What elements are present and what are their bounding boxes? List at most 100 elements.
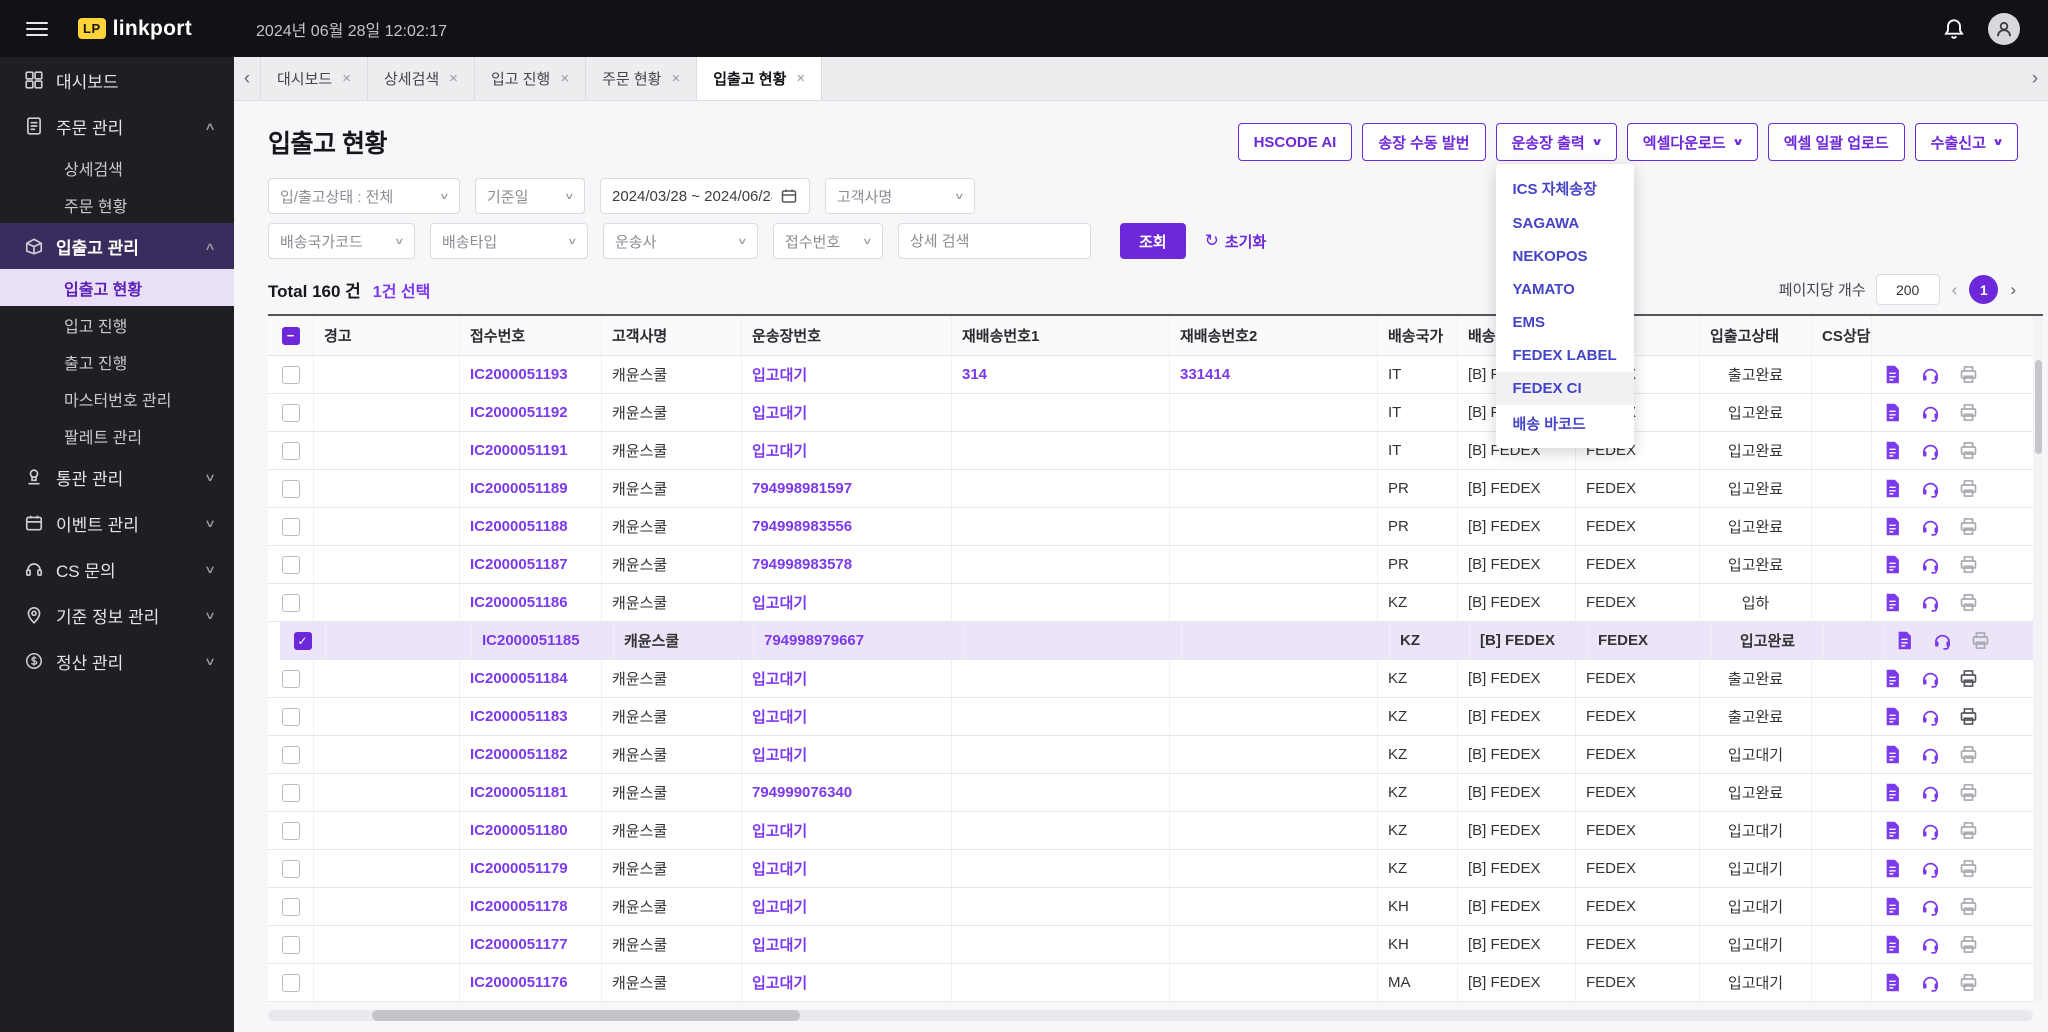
row-checkbox[interactable] xyxy=(281,897,300,916)
selected-count[interactable]: 1건 선택 xyxy=(373,278,431,302)
invoice-icon[interactable] xyxy=(1882,592,1903,613)
invoice-icon[interactable] xyxy=(1882,668,1903,689)
invoice-icon[interactable] xyxy=(1882,820,1903,841)
row-checkbox[interactable] xyxy=(281,783,300,802)
printer-icon[interactable] xyxy=(1958,402,1979,423)
cs-headset-icon[interactable] xyxy=(1920,516,1941,537)
tabs-scroll-right-icon[interactable]: › xyxy=(2022,57,2048,100)
table-row-1[interactable]: IC2000051192캐윤스쿨입고대기IT[B] FEDEXFEDEX입고완료 xyxy=(268,394,2043,432)
row-checkbox[interactable] xyxy=(281,403,300,422)
row-checkbox[interactable] xyxy=(293,631,312,650)
printer-icon[interactable] xyxy=(1970,630,1991,651)
invoice-icon[interactable] xyxy=(1882,972,1903,993)
cell-waybill[interactable]: 입고대기 xyxy=(742,394,952,431)
row-checkbox[interactable] xyxy=(281,517,300,536)
horizontal-scrollbar[interactable] xyxy=(268,1010,2033,1021)
cell-waybill[interactable]: 794998979667 xyxy=(754,622,964,659)
cell-waybill[interactable]: 입고대기 xyxy=(742,736,952,773)
per-page-input[interactable] xyxy=(1875,274,1940,305)
tab-close-icon[interactable]: × xyxy=(449,70,458,87)
inout-status-select[interactable]: 입/출고상태 : 전체 ∨ xyxy=(268,178,460,214)
cell-waybill[interactable]: 입고대기 xyxy=(742,812,952,849)
cell-receipt_no[interactable]: IC2000051184 xyxy=(460,660,602,697)
table-row-3[interactable]: IC2000051189 캐윤스쿨 794998981597 PR [B] FEDEX F… xyxy=(268,470,2043,508)
printer-icon[interactable] xyxy=(1958,744,1979,765)
table-row-10[interactable]: IC2000051182 캐윤스쿨 입고대기 KZ [B] FEDEX FEDEX 입고대기 xyxy=(268,736,2043,774)
cs-headset-icon[interactable] xyxy=(1920,592,1941,613)
sidebar-subitem-1-0[interactable]: 상세검색 xyxy=(0,149,234,186)
printer-icon[interactable] xyxy=(1958,972,1979,993)
cs-headset-icon[interactable] xyxy=(1920,440,1941,461)
cs-headset-icon[interactable] xyxy=(1932,630,1953,651)
sidebar-subitem-2-1[interactable]: 입고 진행 xyxy=(0,306,234,343)
action-button-5[interactable]: 수출신고 ∨ xyxy=(1914,123,2018,161)
invoice-icon[interactable] xyxy=(1882,706,1903,727)
cell-receipt_no[interactable]: IC2000051191 xyxy=(460,432,602,469)
table-row-16[interactable]: IC2000051176 캐윤스쿨 입고대기 MA [B] FEDEX FEDEX 입고대기 xyxy=(268,964,2043,1002)
row-checkbox[interactable] xyxy=(281,973,300,992)
sidebar-item-3[interactable]: 통관 관리 ∨ xyxy=(0,454,234,500)
printer-icon[interactable] xyxy=(1958,364,1979,385)
user-avatar-icon[interactable] xyxy=(1988,12,2020,45)
cs-headset-icon[interactable] xyxy=(1920,820,1941,841)
printer-icon[interactable] xyxy=(1958,440,1979,461)
cell-receipt_no[interactable]: IC2000051177 xyxy=(460,926,602,963)
cs-headset-icon[interactable] xyxy=(1920,402,1941,423)
invoice-icon[interactable] xyxy=(1882,554,1903,575)
cs-headset-icon[interactable] xyxy=(1920,364,1941,385)
table-row-15[interactable]: IC2000051177 캐윤스쿨 입고대기 KH [B] FEDEX FEDEX 입고대기 xyxy=(268,926,2043,964)
print-menu-item-6[interactable]: FEDEX CI xyxy=(1495,372,1634,405)
sidebar-toggle-icon[interactable] xyxy=(26,21,48,36)
date-range-input[interactable]: 2024/03/28 ~ 2024/06/28 xyxy=(600,178,810,214)
cell-receipt_no[interactable]: IC2000051182 xyxy=(460,736,602,773)
sidebar-item-5[interactable]: CS 문의 ∨ xyxy=(0,546,234,592)
cell-receipt_no[interactable]: IC2000051178 xyxy=(460,888,602,925)
country-code-select[interactable]: 배송국가코드 ∨ xyxy=(268,223,415,259)
row-checkbox[interactable] xyxy=(281,935,300,954)
cell-waybill[interactable]: 입고대기 xyxy=(742,964,952,1001)
horizontal-scrollbar-thumb[interactable] xyxy=(372,1010,800,1021)
tab-2[interactable]: 입고 진행 × xyxy=(475,57,587,100)
table-row-7[interactable]: IC2000051185캐윤스쿨794998979667 KZ[B] FEDEXF… xyxy=(280,622,2043,660)
printer-icon[interactable] xyxy=(1958,858,1979,879)
sidebar-subitem-2-2[interactable]: 출고 진행 xyxy=(0,343,234,380)
tab-close-icon[interactable]: × xyxy=(671,70,680,87)
table-row-2[interactable]: IC2000051191 캐윤스쿨 입고대기 IT [B] FEDEX FEDEX 입고완료 xyxy=(268,432,2043,470)
cell-waybill[interactable]: 입고대기 xyxy=(742,432,952,469)
table-row-0[interactable]: IC2000051193캐윤스쿨입고대기314331414IT[B] FEDEX… xyxy=(268,356,2043,394)
tab-close-icon[interactable]: × xyxy=(796,70,805,87)
invoice-icon[interactable] xyxy=(1882,934,1903,955)
printer-icon[interactable] xyxy=(1958,934,1979,955)
carrier-select[interactable]: 운송사 ∨ xyxy=(603,223,758,259)
cell-receipt_no[interactable]: IC2000051183 xyxy=(460,698,602,735)
select-all-checkbox[interactable] xyxy=(281,326,300,345)
table-row-14[interactable]: IC2000051178 캐윤스쿨 입고대기 KH [B] FEDEX FEDEX 입고대기 xyxy=(268,888,2043,926)
invoice-icon[interactable] xyxy=(1882,516,1903,537)
invoice-icon[interactable] xyxy=(1894,630,1915,651)
sidebar-item-4[interactable]: 이벤트 관리 ∨ xyxy=(0,500,234,546)
cell-waybill[interactable]: 입고대기 xyxy=(742,926,952,963)
cs-headset-icon[interactable] xyxy=(1920,706,1941,727)
sidebar-subitem-2-4[interactable]: 팔레트 관리 xyxy=(0,417,234,454)
cell-receipt_no[interactable]: IC2000051186 xyxy=(460,584,602,621)
sidebar-item-1[interactable]: 주문 관리 ∧ xyxy=(0,103,234,149)
cs-headset-icon[interactable] xyxy=(1920,744,1941,765)
cell-receipt_no[interactable]: IC2000051185 xyxy=(472,622,614,659)
date-basis-select[interactable]: 기준일 ∨ xyxy=(475,178,585,214)
page-next-icon[interactable]: › xyxy=(2008,280,2018,300)
action-button-2[interactable]: 운송장 출력 ∨ xyxy=(1495,123,1617,161)
printer-icon[interactable] xyxy=(1958,896,1979,917)
cs-headset-icon[interactable] xyxy=(1920,858,1941,879)
customer-select[interactable]: 고객사명 ∨ xyxy=(825,178,975,214)
sidebar-item-0[interactable]: 대시보드 xyxy=(0,57,234,103)
cell-waybill[interactable]: 794998983556 xyxy=(742,508,952,545)
vertical-scrollbar[interactable] xyxy=(2033,316,2043,1002)
cell-receipt_no[interactable]: IC2000051180 xyxy=(460,812,602,849)
cell-waybill[interactable]: 794998983578 xyxy=(742,546,952,583)
notifications-bell-icon[interactable] xyxy=(1942,17,1966,41)
print-menu-item-3[interactable]: YAMATO xyxy=(1496,273,1634,306)
cell-waybill[interactable]: 794999076340 xyxy=(742,774,952,811)
tab-close-icon[interactable]: × xyxy=(560,70,569,87)
cell-waybill[interactable]: 입고대기 xyxy=(742,850,952,887)
print-menu-item-4[interactable]: EMS xyxy=(1496,306,1634,339)
